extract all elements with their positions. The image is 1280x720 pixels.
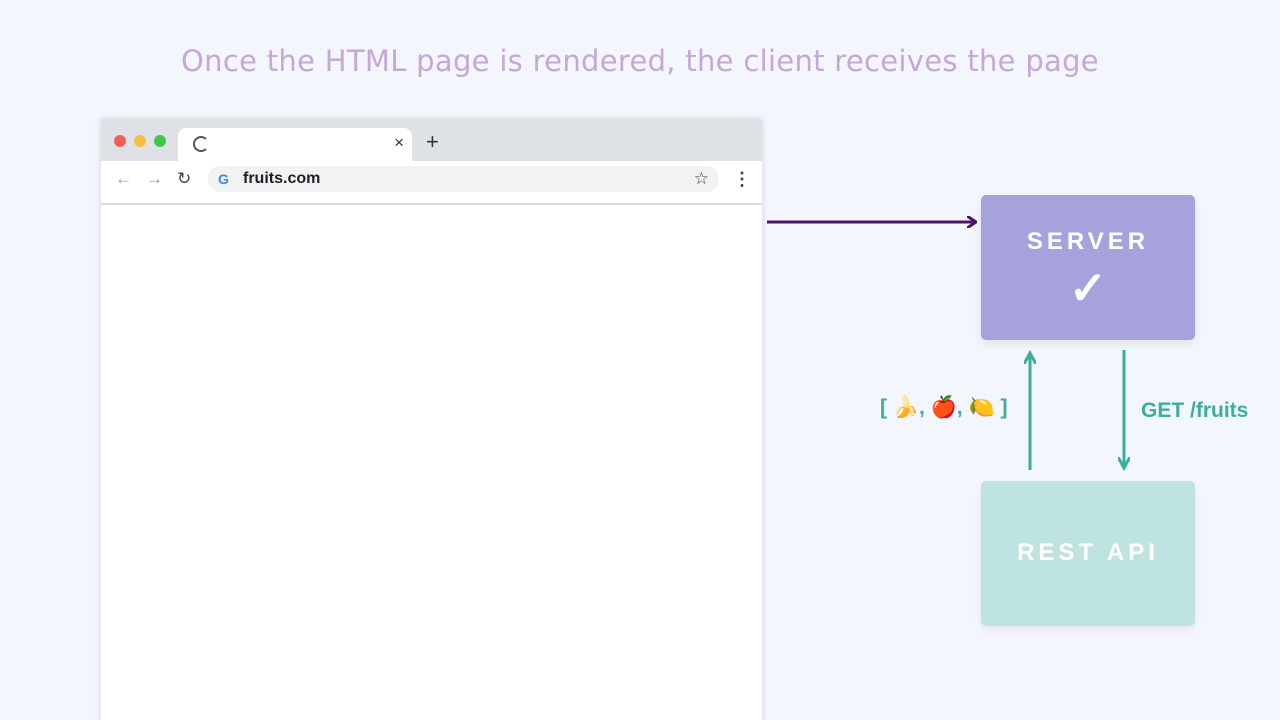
request-label: GET /fruits (1141, 399, 1249, 422)
server-label: SERVER (1026, 228, 1150, 255)
checkmark-icon: ✓ (1068, 262, 1108, 314)
server-box: SERVER ✓ (981, 195, 1195, 340)
rest-api-box: REST API (981, 481, 1195, 626)
response-label: [ 🍌, 🍎, 🍋 ] (880, 396, 1008, 419)
rest-api-label: REST API (1017, 539, 1159, 566)
